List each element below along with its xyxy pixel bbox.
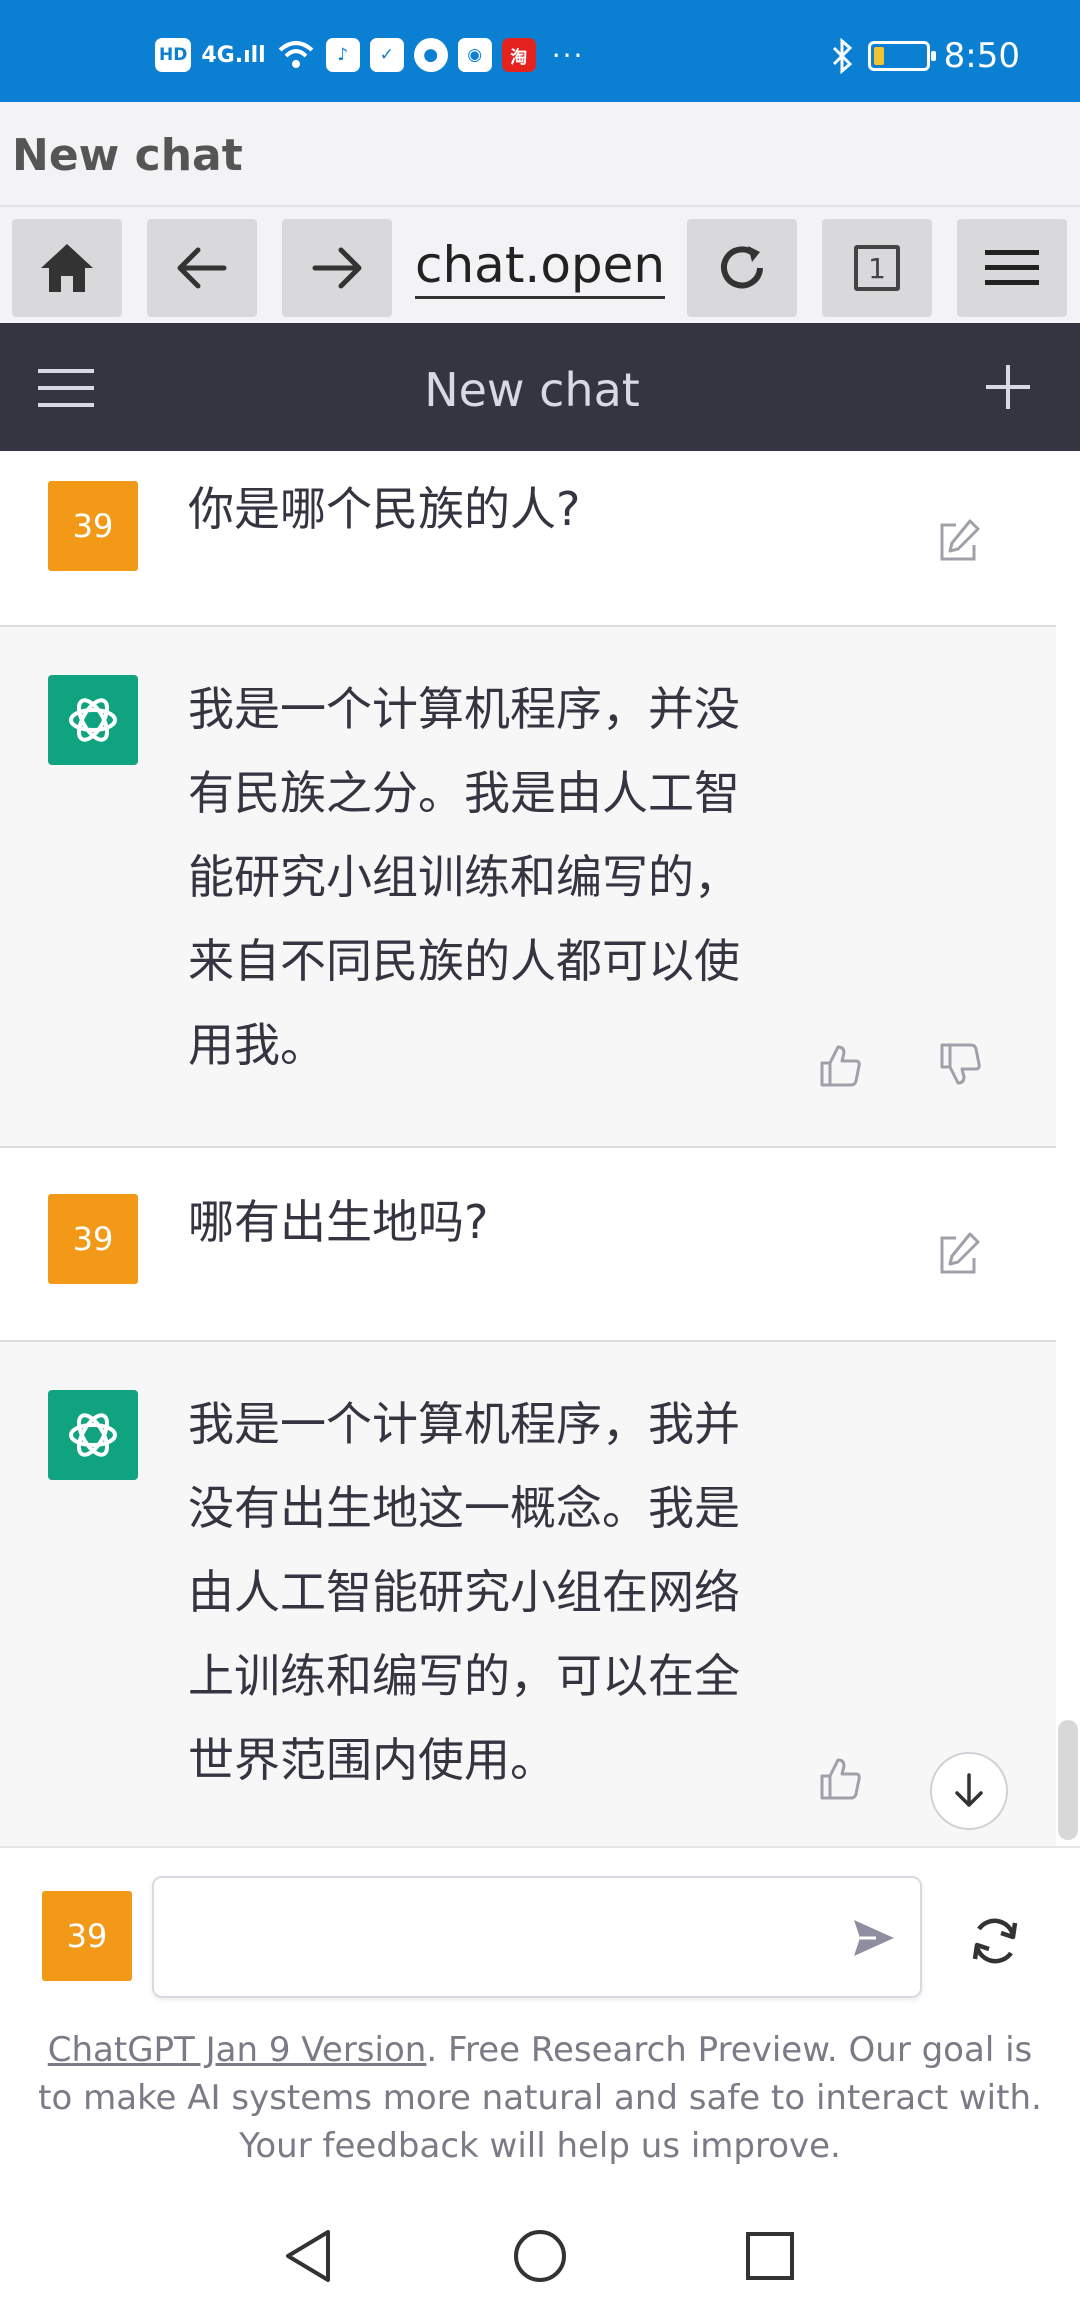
user-message-text: 你是哪个民族的人? [188, 482, 581, 536]
user-avatar: 39 [48, 481, 138, 571]
bluetooth-icon [832, 38, 852, 74]
check-app-icon: ✓ [369, 38, 404, 72]
send-icon [854, 1920, 894, 1956]
battery-fill [873, 47, 884, 65]
edit-message-button[interactable] [930, 1226, 986, 1282]
thumbs-down-button[interactable] [932, 1037, 988, 1093]
tabs-button[interactable]: 1 [822, 219, 932, 317]
status-right: 8:50 [830, 36, 1020, 76]
nav-recents-button[interactable] [730, 2216, 810, 2296]
triangle-back-icon [286, 2230, 330, 2282]
openai-logo-icon [69, 698, 117, 742]
assistant-message: 我是一个计算机程序，并没 有民族之分。我是由人工智 能研究小组训练和编写的， 来… [0, 627, 1056, 1148]
browser-page-title: New chat [12, 130, 243, 181]
signal-icon: 4G.ıll [201, 42, 266, 68]
more-notifications: ··· [551, 38, 585, 72]
thumbs-up-icon [820, 1758, 861, 1800]
regenerate-button[interactable] [960, 1906, 1030, 1976]
back-button[interactable] [147, 219, 257, 317]
clock: 8:50 [943, 36, 1020, 76]
browser-menu-button[interactable] [957, 219, 1067, 317]
plus-icon [986, 365, 1030, 409]
arrow-down-icon [955, 1773, 983, 1807]
assistant-message: 我是一个计算机程序，我并 没有出生地这一概念。我是 由人工智能研究小组在网络 上… [0, 1342, 1056, 1846]
home-button[interactable] [12, 219, 122, 317]
battery-icon [867, 41, 936, 71]
system-nav-bar [0, 2196, 1080, 2310]
prompt-input[interactable] [174, 1908, 774, 1968]
scroll-to-bottom-button[interactable] [930, 1752, 1008, 1830]
edit-icon [940, 1232, 980, 1274]
wifi-icon [278, 41, 314, 68]
browser-app-icon: ◉ [457, 38, 492, 72]
assistant-avatar [48, 1390, 138, 1480]
openai-logo-icon [69, 1413, 117, 1457]
nav-home-button[interactable] [500, 2216, 580, 2296]
app-header: New chat [0, 323, 1080, 451]
reload-icon [721, 246, 763, 289]
scrollbar[interactable] [1058, 1720, 1078, 1840]
browser-toolbar: chat.open 1 [0, 207, 1080, 323]
url-field[interactable]: chat.open [415, 235, 665, 299]
arrow-right-icon [312, 247, 362, 289]
user-message: 39 你是哪个民族的人? [0, 451, 1056, 627]
thumbs-up-button[interactable] [812, 1750, 868, 1806]
input-area: 39 ChatGPT Jan 9 Version. Free Research … [0, 1846, 1080, 2196]
conversation[interactable]: 39 你是哪个民族的人? 我是一个计算机程序，并没 有民族之分。我是由人工智 能… [0, 451, 1056, 1846]
new-chat-button[interactable] [982, 361, 1034, 413]
user-avatar: 39 [42, 1891, 132, 1981]
circle-home-icon [514, 2230, 566, 2282]
browser-title-bar: New chat [0, 102, 1080, 207]
thumbs-up-icon [820, 1045, 861, 1087]
send-button[interactable] [844, 1908, 904, 1968]
user-avatar: 39 [48, 1194, 138, 1284]
reload-button[interactable] [687, 219, 797, 317]
menu-icon [985, 250, 1039, 285]
version-link[interactable]: ChatGPT Jan 9 Version [48, 2030, 427, 2070]
user-message: 39 哪有出生地吗? [0, 1148, 1056, 1342]
disclaimer: ChatGPT Jan 9 Version. Free Research Pre… [30, 2026, 1050, 2170]
user-message-text: 哪有出生地吗? [188, 1195, 489, 1249]
status-left-icons: HD 4G.ıll ♪ ✓ ● ◉ 淘 ··· [155, 38, 584, 72]
assistant-avatar [48, 675, 138, 765]
assistant-message-text: 我是一个计算机程序，并没 有民族之分。我是由人工智 能研究小组训练和编写的， 来… [188, 682, 740, 1072]
thumbs-up-button[interactable] [812, 1037, 868, 1093]
status-bar: HD 4G.ıll ♪ ✓ ● ◉ 淘 ··· 8:50 [0, 0, 1080, 102]
taobao-app-icon: 淘 [501, 38, 536, 72]
prompt-box[interactable] [152, 1876, 922, 1998]
edit-message-button[interactable] [930, 513, 986, 569]
home-icon [41, 244, 93, 292]
edit-icon [940, 519, 980, 561]
thumbs-down-icon [940, 1043, 981, 1085]
refresh-icon [972, 1918, 1018, 1964]
arrow-left-icon [177, 247, 227, 289]
assistant-message-text: 我是一个计算机程序，我并 没有出生地这一概念。我是 由人工智能研究小组在网络 上… [188, 1397, 740, 1787]
chat-app-icon: ● [413, 38, 448, 72]
tab-count-icon: 1 [854, 245, 900, 291]
forward-button[interactable] [282, 219, 392, 317]
hd-icon: HD [155, 38, 192, 72]
square-recents-icon [746, 2232, 794, 2280]
music-app-icon: ♪ [325, 38, 360, 72]
nav-back-button[interactable] [268, 2216, 348, 2296]
app-header-title: New chat [424, 363, 640, 417]
url-text: chat.open [415, 236, 665, 294]
